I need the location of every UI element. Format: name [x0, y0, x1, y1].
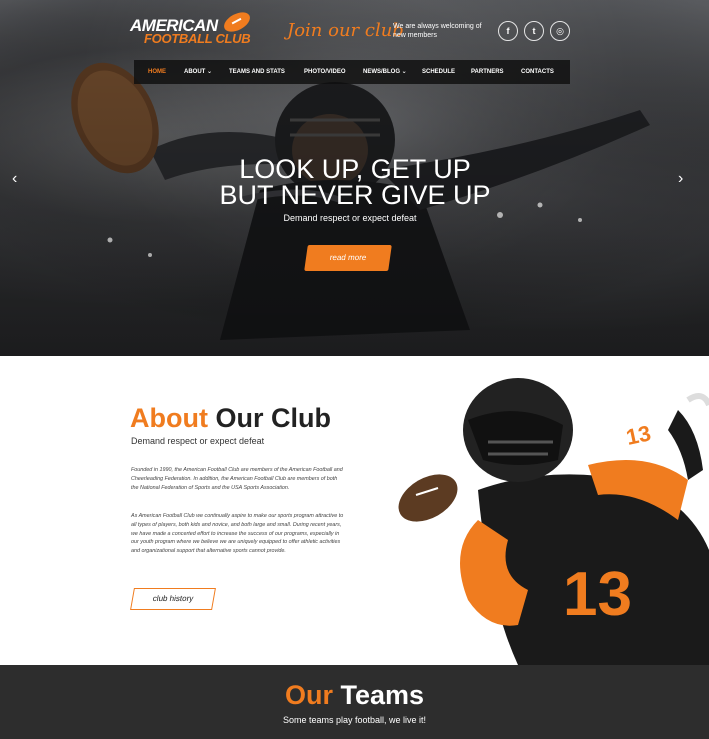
about-paragraph-1: Founded in 1990, the American Football C…: [131, 467, 343, 491]
nav-about-label: ABOUT: [184, 69, 206, 75]
nav-news-blog-label: NEWS/BLOG: [363, 69, 400, 75]
teams-title: Our Teams: [0, 680, 709, 711]
chevron-right-icon[interactable]: ›: [678, 170, 683, 188]
facebook-icon[interactable]: f: [498, 21, 518, 41]
nav-about[interactable]: ABOUT ⌄: [184, 60, 212, 84]
about-paragraph-2: As American Football Club we continually…: [131, 513, 344, 555]
about-title-accent: About: [130, 403, 208, 433]
about-title: About Our Club: [130, 403, 331, 434]
nav-partners[interactable]: PARTNERS: [471, 60, 504, 84]
chevron-down-icon: ⌄: [205, 69, 213, 75]
welcome-text: We are always welcoming of new members: [393, 23, 482, 39]
hero-headline-line2: BUT NEVER GIVE UP: [219, 180, 491, 210]
nav-news-blog[interactable]: NEWS/BLOG ⌄: [363, 60, 407, 84]
main-nav: HOME ABOUT ⌄ TEAMS AND STATS PHOTO/VIDEO…: [134, 60, 570, 84]
nav-home[interactable]: HOME: [148, 60, 166, 84]
chevron-down-icon: ⌄: [400, 69, 407, 75]
site-logo[interactable]: AMERICAN FOOTBALL CLUB: [130, 8, 255, 46]
instagram-icon[interactable]: ◎: [550, 21, 570, 41]
about-subtitle: Demand respect or expect defeat: [131, 436, 265, 446]
nav-contacts[interactable]: CONTACTS: [521, 60, 554, 84]
read-more-button[interactable]: read more: [304, 245, 392, 271]
club-history-button[interactable]: club history: [130, 588, 216, 610]
hero-slider: AMERICAN FOOTBALL CLUB Join our club We …: [0, 0, 709, 356]
svg-text:13: 13: [624, 420, 653, 450]
twitter-icon[interactable]: t: [524, 21, 544, 41]
teams-title-accent: Our: [284, 680, 333, 710]
teams-subtitle: Some teams play football, we live it!: [282, 715, 427, 725]
teams-section: Our Teams Some teams play football, we l…: [0, 665, 709, 739]
logo-text-football-club: FOOTBALL CLUB: [144, 31, 251, 46]
nav-schedule[interactable]: SCHEDULE: [422, 60, 455, 84]
svg-text:13: 13: [563, 560, 632, 629]
chevron-left-icon[interactable]: ‹: [12, 170, 17, 188]
nav-photo-video[interactable]: PHOTO/VIDEO: [304, 60, 346, 84]
football-player-image: 13 13: [398, 378, 709, 665]
hero-subline: Demand respect or expect defeat: [283, 213, 417, 223]
nav-teams-and-stats[interactable]: TEAMS AND STATS: [229, 60, 285, 84]
join-our-club-heading[interactable]: Join our club: [287, 20, 404, 41]
teams-title-rest: Teams: [340, 680, 425, 710]
about-title-rest: Our Club: [215, 403, 331, 433]
